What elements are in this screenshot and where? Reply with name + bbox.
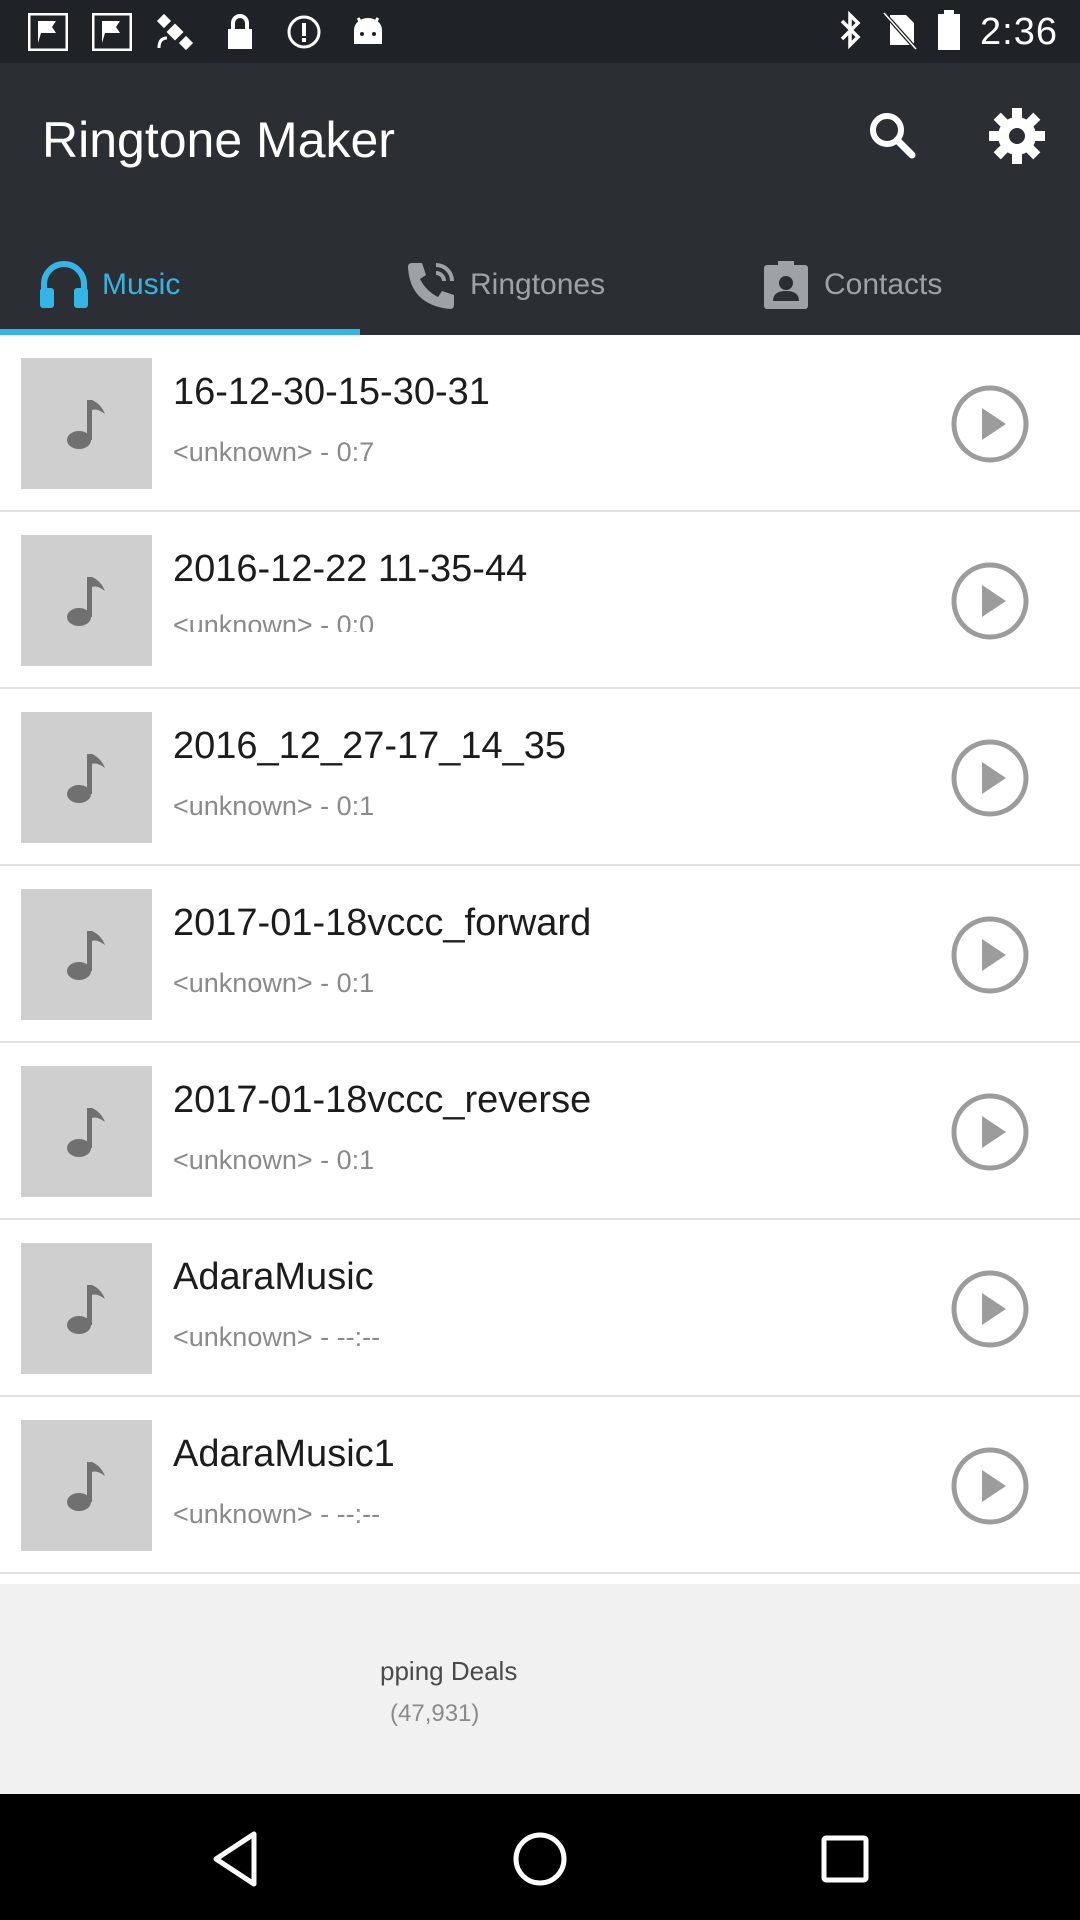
music-note-icon <box>21 1066 152 1197</box>
tab-contacts[interactable]: Contacts <box>758 235 942 335</box>
recent-apps-icon[interactable] <box>810 1824 880 1894</box>
music-note-icon <box>21 889 152 1020</box>
system-icons: 2:36 <box>838 8 1058 57</box>
song-title: AdaraMusic <box>173 1256 374 1298</box>
tab-ringtones[interactable]: Ringtones <box>404 235 605 335</box>
satellite-icon <box>154 12 198 52</box>
song-list: 16-12-30-15-30-31 <unknown> - 0:7 2016-1… <box>0 335 1080 1574</box>
play-icon[interactable] <box>950 384 1030 464</box>
ad-banner[interactable]: pping Deals (47,931) <box>0 1584 1080 1794</box>
tab-music-label: Music <box>102 268 181 301</box>
tab-contacts-label: Contacts <box>824 268 943 301</box>
home-icon[interactable] <box>505 1824 575 1894</box>
list-item[interactable]: 2017-01-18vccc_forward <unknown> - 0:1 <box>0 866 1080 1043</box>
music-note-icon <box>21 712 152 843</box>
play-icon[interactable] <box>950 738 1030 818</box>
song-subtitle: <unknown> - --:-- <box>173 1322 381 1352</box>
tab-music[interactable]: Music <box>36 235 180 335</box>
song-subtitle: <unknown> - 0:1 <box>173 1145 375 1175</box>
navigation-bar <box>0 1794 1080 1920</box>
play-icon[interactable] <box>950 915 1030 995</box>
song-subtitle: <unknown> - 0:7 <box>173 437 375 467</box>
play-icon[interactable] <box>950 561 1030 641</box>
tab-ringtones-label: Ringtones <box>470 268 606 301</box>
flag-icon <box>26 12 70 52</box>
song-subtitle: <unknown> - --:-- <box>173 1499 381 1529</box>
song-title: AdaraMusic1 <box>173 1433 395 1475</box>
music-note-icon <box>21 535 152 666</box>
contact-card-icon <box>758 257 814 313</box>
app-title: Ringtone Maker <box>42 112 395 168</box>
status-bar: 2:36 <box>0 0 1080 63</box>
android-icon <box>346 12 390 52</box>
phone-icon <box>404 257 460 313</box>
lock-icon <box>218 12 262 52</box>
song-title: 16-12-30-15-30-31 <box>173 371 490 413</box>
song-title: 2016-12-22 11-35-44 <box>173 548 528 590</box>
gear-icon[interactable] <box>986 105 1048 167</box>
search-icon[interactable] <box>862 105 922 165</box>
notification-icons <box>26 12 390 52</box>
headphones-icon <box>36 257 92 313</box>
play-icon[interactable] <box>950 1446 1030 1526</box>
play-icon[interactable] <box>950 1092 1030 1172</box>
list-item[interactable]: AdaraMusic <unknown> - --:-- <box>0 1220 1080 1397</box>
app-bar: Ringtone Maker Music Ringtones Contacts <box>0 63 1080 335</box>
alert-icon <box>282 12 326 52</box>
song-title: 2017-01-18vccc_forward <box>173 902 592 944</box>
clock: 2:36 <box>980 11 1058 53</box>
battery-icon <box>936 8 962 57</box>
song-title: 2017-01-18vccc_reverse <box>173 1079 592 1121</box>
back-icon[interactable] <box>202 1824 272 1894</box>
play-icon[interactable] <box>950 1269 1030 1349</box>
song-title: 2016_12_27-17_14_35 <box>173 725 567 767</box>
list-item[interactable]: 2016_12_27-17_14_35 <unknown> - 0:1 <box>0 689 1080 866</box>
song-subtitle: <unknown> - 0:1 <box>173 791 375 821</box>
no-sim-icon <box>882 9 918 56</box>
bluetooth-icon <box>838 9 864 56</box>
music-note-icon <box>21 1420 152 1551</box>
music-note-icon <box>21 358 152 489</box>
list-item[interactable]: 16-12-30-15-30-31 <unknown> - 0:7 <box>0 335 1080 512</box>
ad-rating-count: (47,931) <box>390 1700 480 1727</box>
flag-icon <box>90 12 134 52</box>
song-subtitle: <unknown> - 0:0 <box>173 610 375 632</box>
list-item[interactable]: 2016-12-22 11-35-44 <unknown> - 0:0 <box>0 512 1080 689</box>
tab-bar: Music Ringtones Contacts <box>0 235 1080 335</box>
list-item[interactable]: 2017-01-18vccc_reverse <unknown> - 0:1 <box>0 1043 1080 1220</box>
song-subtitle: <unknown> - 0:1 <box>173 968 375 998</box>
ad-title: pping Deals <box>380 1656 518 1686</box>
list-item[interactable]: AdaraMusic1 <unknown> - --:-- <box>0 1397 1080 1574</box>
music-note-icon <box>21 1243 152 1374</box>
